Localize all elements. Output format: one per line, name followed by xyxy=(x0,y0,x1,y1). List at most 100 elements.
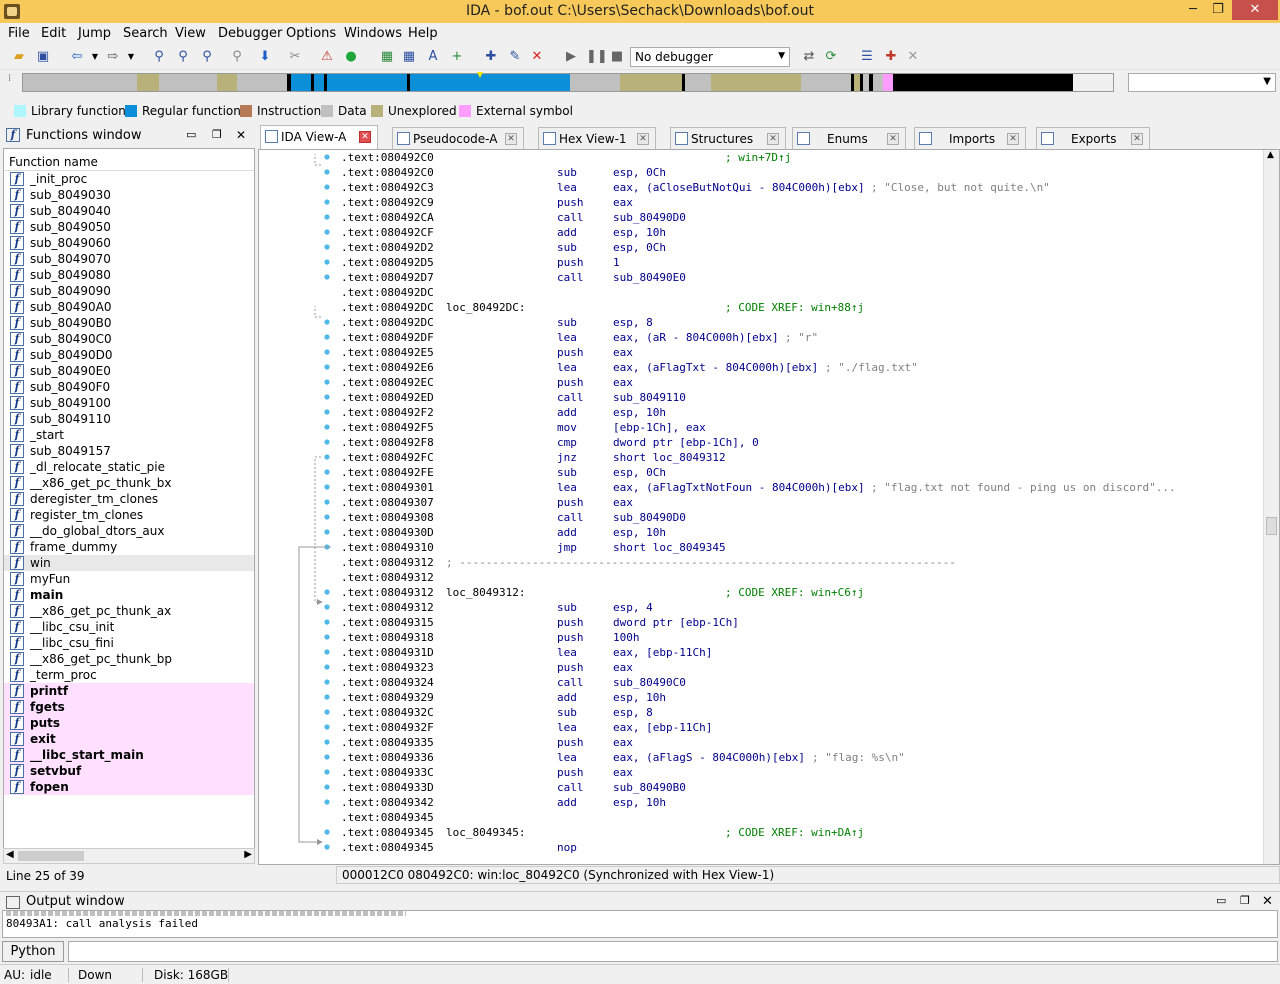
scroll-right-icon[interactable]: ▶ xyxy=(244,849,252,860)
function-row[interactable]: f __do_global_dtors_aux xyxy=(4,523,254,539)
listing-line[interactable]: .text:08049335 push eax xyxy=(341,735,1261,750)
listing-line[interactable]: .text:080492C0 ; win+7D↑j xyxy=(341,150,1261,165)
listing-line[interactable]: .text:0804932C sub esp, 8 xyxy=(341,705,1261,720)
function-row[interactable]: f fopen xyxy=(4,779,254,795)
back-dropdown-icon[interactable]: ▼ xyxy=(86,48,104,66)
restore-icon[interactable]: ❐ xyxy=(1240,894,1250,907)
listing-line[interactable]: .text:0804932F lea eax, [ebp-11Ch] xyxy=(341,720,1261,735)
close-icon[interactable]: ✕ xyxy=(767,133,779,145)
function-row[interactable]: f __x86_get_pc_thunk_ax xyxy=(4,603,254,619)
function-row[interactable]: f __libc_csu_init xyxy=(4,619,254,635)
listing-line[interactable]: .text:08049312 sub esp, 4 xyxy=(341,600,1261,615)
scroll-up-icon[interactable]: ▲ xyxy=(1267,150,1274,160)
menu-view[interactable]: View xyxy=(175,26,206,41)
function-row[interactable]: f win xyxy=(4,555,254,571)
menu-jump[interactable]: Jump xyxy=(78,26,111,41)
listing-line[interactable]: .text:08049315 push dword ptr [ebp-1Ch] xyxy=(341,615,1261,630)
menu-debugger[interactable]: Debugger xyxy=(218,26,282,41)
close-icon[interactable]: ✕ xyxy=(1131,133,1143,145)
python-button[interactable]: Python xyxy=(2,941,64,962)
close-icon[interactable]: ✕ xyxy=(1262,894,1273,909)
function-row[interactable]: f fgets xyxy=(4,699,254,715)
segment-select[interactable]: ▼ xyxy=(1128,73,1276,92)
add-breakpoint-icon[interactable]: ✚ xyxy=(482,48,500,66)
close-icon[interactable]: ✕ xyxy=(637,133,649,145)
menu-windows[interactable]: Windows xyxy=(344,26,402,41)
function-row[interactable]: f sub_8049157 xyxy=(4,443,254,459)
function-name-column-header[interactable]: Function name xyxy=(4,149,254,171)
breakpoint-list-icon[interactable]: ✚ xyxy=(882,48,900,66)
listing-line[interactable]: .text:080492C0 sub esp, 0Ch xyxy=(341,165,1261,180)
create-array-icon[interactable]: A xyxy=(424,48,442,66)
function-row[interactable]: f __libc_start_main xyxy=(4,747,254,763)
close-button[interactable]: ✕ xyxy=(1232,0,1278,20)
function-row[interactable]: f _init_proc xyxy=(4,171,254,187)
scroll-left-icon[interactable]: ◀ xyxy=(6,849,14,860)
menu-help[interactable]: Help xyxy=(408,26,438,41)
listing-line[interactable]: .text:080492D5 push 1 xyxy=(341,255,1261,270)
binary-search-icon[interactable]: ⚲ xyxy=(150,48,168,66)
detach-icon[interactable]: ⟳ xyxy=(822,48,840,66)
listing-line[interactable]: .text:080492F5 mov [ebp-1Ch], eax xyxy=(341,420,1261,435)
immediate-search-icon[interactable]: ⚲ xyxy=(198,48,216,66)
listing-line[interactable]: .text:08049312 xyxy=(341,570,1261,585)
listing-line[interactable]: .text:08049345 xyxy=(341,810,1261,825)
delete-icon[interactable]: ✕ xyxy=(528,48,546,66)
tab-hex-view-1[interactable]: Hex View-1 ✕ xyxy=(538,127,656,149)
green-circle-icon[interactable]: ● xyxy=(342,48,360,66)
function-row[interactable]: f deregister_tm_clones xyxy=(4,491,254,507)
function-row[interactable]: f main xyxy=(4,587,254,603)
function-row[interactable]: f sub_80490D0 xyxy=(4,347,254,363)
ida-view-listing[interactable]: .text:080492C0 ; win+7D↑j .text:080492C0 su… xyxy=(258,149,1280,865)
text-search-icon[interactable]: ⚲ xyxy=(174,48,192,66)
scroll-thumb[interactable] xyxy=(1266,517,1277,535)
listing-line[interactable]: .text:080492DF lea eax, (aR - 804C000h)[eb… xyxy=(341,330,1261,345)
listing-line[interactable]: .text:080492F8 cmp dword ptr [ebp-1Ch], 0 xyxy=(341,435,1261,450)
tab-pseudocode-a[interactable]: Pseudocode-A ✕ xyxy=(392,127,524,149)
listing-vertical-scrollbar[interactable]: ▲ xyxy=(1263,150,1279,864)
listing-line[interactable]: .text:080492E5 push eax xyxy=(341,345,1261,360)
listing-line[interactable]: .text:080492FC jnz short loc_8049312 xyxy=(341,450,1261,465)
pause-icon[interactable]: ❚❚ xyxy=(586,48,608,66)
functions-horizontal-scrollbar[interactable]: ◀ ▶ xyxy=(3,848,255,864)
function-row[interactable]: f sub_8049060 xyxy=(4,235,254,251)
close-icon[interactable]: ✕ xyxy=(505,133,517,145)
listing-line[interactable]: .text:080492F2 add esp, 10h xyxy=(341,405,1261,420)
output-log[interactable]: 80493A1: call analysis failed xyxy=(2,910,1278,938)
listing-line[interactable]: .text:080492CF add esp, 10h xyxy=(341,225,1261,240)
function-row[interactable]: f sub_8049030 xyxy=(4,187,254,203)
listing-line[interactable]: .text:0804931D lea eax, [ebp-11Ch] xyxy=(341,645,1261,660)
attach-icon[interactable]: ⇄ xyxy=(800,48,818,66)
debugger-select[interactable]: No debugger ▼ xyxy=(630,47,790,67)
search-next-icon[interactable]: ⚲ xyxy=(228,48,246,66)
listing-line[interactable]: .text:080492DC loc_80492DC: ; CODE XREF: w… xyxy=(341,300,1261,315)
tab-exports[interactable]: Exports ✕ xyxy=(1036,127,1150,149)
close-icon[interactable]: ✕ xyxy=(236,128,246,142)
listing-line[interactable]: .text:080492C3 lea eax, (aCloseButNotQui -… xyxy=(341,180,1261,195)
function-row[interactable]: f myFun xyxy=(4,571,254,587)
tab-enums[interactable]: Enums ✕ xyxy=(792,127,906,149)
stop-icon[interactable]: ■ xyxy=(608,48,626,66)
float-icon[interactable]: ▭ xyxy=(186,128,196,141)
create-function-icon[interactable]: ▦ xyxy=(378,48,396,66)
listing-line[interactable]: .text:0804933C push eax xyxy=(341,765,1261,780)
function-row[interactable]: f sub_8049070 xyxy=(4,251,254,267)
listing-line[interactable]: .text:080492C9 push eax xyxy=(341,195,1261,210)
create-data-icon[interactable]: + xyxy=(448,48,466,66)
function-row[interactable]: f __x86_get_pc_thunk_bp xyxy=(4,651,254,667)
listing-line[interactable]: .text:08049307 push eax xyxy=(341,495,1261,510)
forward-arrow-icon[interactable]: ⇨ xyxy=(104,48,122,66)
minimize-button[interactable]: ─ xyxy=(1180,0,1206,20)
listing-line[interactable]: .text:080492E6 lea eax, (aFlagTxt - 804C00… xyxy=(341,360,1261,375)
listing-line[interactable]: .text:080492FE sub esp, 0Ch xyxy=(341,465,1261,480)
listing-line[interactable]: .text:080492DC sub esp, 8 xyxy=(341,315,1261,330)
function-row[interactable]: f sub_8049090 xyxy=(4,283,254,299)
disabled-breakpoint-icon[interactable]: ✕ xyxy=(904,48,922,66)
python-input[interactable] xyxy=(68,941,1278,962)
function-row[interactable]: f sub_8049100 xyxy=(4,395,254,411)
forward-dropdown-icon[interactable]: ▼ xyxy=(122,48,140,66)
listing-line[interactable]: .text:0804933D call sub_80490B0 xyxy=(341,780,1261,795)
listing-line[interactable]: .text:08049301 lea eax, (aFlagTxtNotFoun -… xyxy=(341,480,1261,495)
function-row[interactable]: f sub_8049080 xyxy=(4,267,254,283)
listing-line[interactable]: .text:080492D2 sub esp, 0Ch xyxy=(341,240,1261,255)
